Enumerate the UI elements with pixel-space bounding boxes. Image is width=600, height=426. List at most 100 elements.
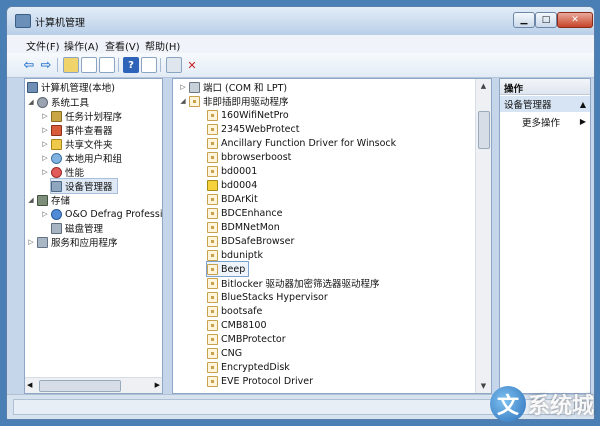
- driver-item[interactable]: BDCEnhance: [207, 206, 282, 220]
- tree-item-services[interactable]: ▷ 服务和应用程序: [27, 235, 118, 249]
- tree-label: O&O Defrag Professi: [65, 208, 163, 220]
- tree-item-local-users[interactable]: ▷ 本地用户和组: [41, 151, 122, 165]
- expand-arrow-icon[interactable]: ▷: [41, 154, 49, 162]
- expand-arrow-icon[interactable]: ▷: [41, 168, 49, 176]
- driver-item-selected[interactable]: Beep: [205, 261, 250, 277]
- menu-bar: 文件(F) 操作(A) 查看(V) 帮助(H): [7, 35, 594, 54]
- driver-item[interactable]: Ancillary Function Driver for Winsock: [207, 136, 396, 150]
- driver-label: EVE Protocol Driver: [221, 375, 314, 387]
- back-arrow-icon[interactable]: ⇦: [21, 57, 37, 73]
- tree-label: 系统工具: [51, 98, 90, 109]
- minimize-button[interactable]: ▁: [513, 12, 535, 28]
- expand-arrow-icon[interactable]: ▷: [41, 210, 49, 218]
- tree-label: 存储: [51, 196, 71, 207]
- help-icon[interactable]: ?: [123, 57, 139, 73]
- tree-item-system-tools[interactable]: ◢ 系统工具: [27, 95, 89, 109]
- tree-label: 计算机管理(本地): [41, 83, 115, 94]
- expand-arrow-icon[interactable]: ▷: [179, 83, 187, 91]
- tree-item-storage[interactable]: ◢ 存储: [27, 193, 70, 207]
- scroll-up-icon[interactable]: ▲: [476, 79, 491, 93]
- collapse-arrow-icon[interactable]: ▲: [580, 100, 586, 109]
- driver-item[interactable]: CMB8100: [207, 318, 267, 332]
- device-list: ▷ 端口 (COM 和 LPT) ◢ 非即插即用驱动程序 160WifiNetP…: [172, 78, 492, 394]
- tree-item-disk-management[interactable]: 磁盘管理: [51, 221, 103, 235]
- folder-icon: [51, 138, 62, 150]
- driver-item[interactable]: Bitlocker 驱动器加密筛选器驱动程序: [207, 276, 380, 290]
- scroll-thumb[interactable]: [39, 380, 121, 392]
- driver-item[interactable]: bduniptk: [207, 248, 263, 262]
- driver-item[interactable]: bootsafe: [207, 304, 262, 318]
- expand-arrow-icon[interactable]: ▷: [27, 238, 35, 246]
- forward-arrow-icon[interactable]: ⇨: [38, 57, 54, 73]
- collapse-arrow-icon[interactable]: ◢: [27, 98, 35, 106]
- tree-item-root[interactable]: 计算机管理(本地): [27, 80, 115, 94]
- scroll-down-icon[interactable]: ▼: [476, 379, 491, 393]
- tree-label: 性能: [65, 168, 85, 179]
- driver-icon: [207, 151, 218, 163]
- device-category-non-pnp[interactable]: ◢ 非即插即用驱动程序: [179, 94, 289, 108]
- driver-item[interactable]: bbrowserboost: [207, 150, 291, 164]
- expand-arrow-icon[interactable]: ▷: [41, 140, 49, 148]
- driver-item[interactable]: bd0004: [207, 178, 257, 192]
- tree-item-defrag[interactable]: ▷ O&O Defrag Professi: [41, 207, 162, 221]
- driver-item[interactable]: 160WifiNetPro: [207, 108, 289, 122]
- driver-item[interactable]: BDMNetMon: [207, 220, 280, 234]
- scroll-thumb[interactable]: [478, 111, 490, 149]
- tree-item-task-scheduler[interactable]: ▷ 任务计划程序: [41, 109, 122, 123]
- scan-hardware-icon[interactable]: [166, 57, 182, 73]
- driver-icon: [207, 193, 218, 205]
- driver-item[interactable]: BDSafeBrowser: [207, 234, 294, 248]
- driver-item[interactable]: 2345WebProtect: [207, 122, 299, 136]
- show-hide-tree-icon[interactable]: [81, 57, 97, 73]
- driver-item[interactable]: EncryptedDisk: [207, 360, 290, 374]
- driver-label: Beep: [221, 263, 246, 275]
- more-actions-item[interactable]: 更多操作 ▶: [500, 114, 590, 129]
- tree-item-device-manager[interactable]: 设备管理器: [50, 178, 118, 194]
- window-title: 计算机管理: [35, 18, 85, 29]
- driver-label: BDCEnhance: [221, 207, 283, 219]
- driver-label: EncryptedDisk: [221, 361, 290, 373]
- close-button[interactable]: ✕: [557, 12, 593, 28]
- properties-icon[interactable]: [99, 57, 115, 73]
- driver-label: 160WifiNetPro: [221, 109, 289, 121]
- uninstall-device-icon[interactable]: ✕: [184, 57, 200, 73]
- device-category-ports[interactable]: ▷ 端口 (COM 和 LPT): [179, 80, 287, 94]
- driver-item[interactable]: CNG: [207, 346, 242, 360]
- driver-label: BDSafeBrowser: [221, 235, 295, 247]
- performance-icon: [51, 166, 62, 178]
- vertical-scrollbar[interactable]: ▲ ▼: [475, 79, 491, 393]
- expand-arrow-icon[interactable]: ▷: [41, 112, 49, 120]
- device-category-label: 非即插即用驱动程序: [203, 97, 289, 108]
- menu-action[interactable]: 操作(A): [64, 38, 99, 53]
- driver-icon: [207, 221, 218, 233]
- driver-item[interactable]: BDArKit: [207, 192, 258, 206]
- toolbar-separator: [160, 58, 161, 72]
- computer-management-window: 计算机管理 ▁ □ ✕ 文件(F) 操作(A) 查看(V) 帮助(H) ⇦ ⇨ …: [6, 6, 595, 420]
- menu-file[interactable]: 文件(F): [26, 38, 60, 53]
- up-folder-icon[interactable]: [63, 57, 79, 73]
- collapse-arrow-icon[interactable]: ◢: [27, 196, 35, 204]
- driver-item[interactable]: bd0001: [207, 164, 257, 178]
- horizontal-scrollbar[interactable]: ◀ ▶: [25, 377, 162, 393]
- menu-view[interactable]: 查看(V): [105, 38, 140, 53]
- driver-label: 2345WebProtect: [221, 123, 300, 135]
- collapse-arrow-icon[interactable]: ◢: [179, 97, 187, 105]
- actions-section-label: 设备管理器: [504, 100, 552, 111]
- driver-item[interactable]: EVE Protocol Driver: [207, 374, 313, 388]
- driver-label: bduniptk: [221, 249, 263, 261]
- view-icon[interactable]: [141, 57, 157, 73]
- warning-icon: [207, 179, 218, 191]
- scroll-left-icon[interactable]: ◀: [27, 378, 32, 393]
- maximize-button[interactable]: □: [535, 12, 557, 28]
- expand-arrow-icon[interactable]: ▷: [41, 126, 49, 134]
- tree-item-shared-folders[interactable]: ▷ 共享文件夹: [41, 137, 113, 151]
- tree-label: 服务和应用程序: [51, 238, 118, 249]
- tree-item-performance[interactable]: ▷ 性能: [41, 165, 84, 179]
- scroll-right-icon[interactable]: ▶: [155, 378, 160, 393]
- driver-icon: [207, 207, 218, 219]
- menu-help[interactable]: 帮助(H): [145, 38, 180, 53]
- driver-item[interactable]: CMBProtector: [207, 332, 286, 346]
- actions-section-device-manager[interactable]: 设备管理器 ▲: [500, 96, 590, 112]
- driver-item[interactable]: BlueStacks Hypervisor: [207, 290, 328, 304]
- tree-item-event-viewer[interactable]: ▷ 事件查看器: [41, 123, 113, 137]
